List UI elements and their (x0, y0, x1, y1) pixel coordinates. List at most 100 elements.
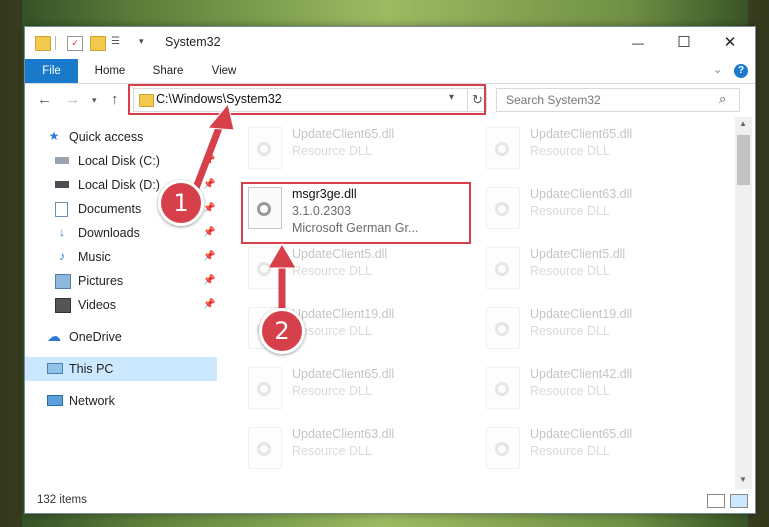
tab-share[interactable]: Share (143, 59, 193, 83)
file-description: Resource DLL (530, 144, 610, 158)
file-name: UpdateClient5.dll (292, 247, 388, 261)
pin-icon[interactable]: 📌 (203, 203, 215, 214)
list-item[interactable]: UpdateClient19.dll Resource DLL (220, 299, 440, 355)
back-arrow-icon[interactable]: ← (37, 91, 52, 108)
documents-icon (55, 202, 68, 217)
dll-file-icon (248, 427, 282, 469)
music-icon: ♪ (59, 249, 65, 263)
new-folder-icon[interactable] (90, 36, 106, 51)
pin-icon[interactable]: 📌 (203, 179, 215, 190)
dll-file-icon (486, 367, 520, 409)
chevron-down-icon[interactable]: ⌄ (713, 63, 722, 76)
window-title: System32 (165, 35, 221, 49)
file-description: Resource DLL (530, 444, 610, 458)
list-item[interactable]: UpdateClient5.dll Resource DLL (220, 239, 440, 295)
file-description: Resource DLL (292, 264, 372, 278)
file-description: Microsoft German Gr... (292, 221, 419, 235)
scroll-up-icon[interactable]: ▲ (739, 119, 747, 128)
view-menu-icon[interactable]: ☰ (111, 36, 125, 49)
pin-icon[interactable]: 📌 (203, 227, 215, 238)
network-icon (47, 395, 63, 406)
scrollbar-thumb[interactable] (737, 135, 750, 185)
drive-icon (55, 181, 69, 188)
file-name: UpdateClient63.dll (292, 427, 395, 441)
pictures-icon (55, 274, 71, 289)
list-item[interactable]: UpdateClient65.dll Resource DLL (220, 359, 440, 415)
sidebar-item-pictures[interactable]: Pictures 📌 (25, 269, 217, 293)
dll-file-icon (248, 367, 282, 409)
file-version: 3.1.0.2303 (292, 204, 352, 218)
file-name: UpdateClient65.dll (292, 127, 395, 141)
search-input[interactable]: Search System32 (506, 93, 601, 107)
tab-home[interactable]: Home (85, 59, 135, 83)
file-name: UpdateClient5.dll (530, 247, 626, 261)
list-item[interactable]: UpdateClient63.dll Resource DLL (220, 419, 440, 475)
file-list: UpdateClient65.dll Resource DLL msgr3ge.… (220, 117, 735, 489)
sidebar-item-music[interactable]: ♪ Music 📌 (25, 245, 217, 269)
address-path[interactable]: C:\Windows\System32 (156, 92, 282, 106)
list-item[interactable]: UpdateClient65.dll Resource DLL (458, 119, 678, 175)
videos-icon (55, 298, 71, 313)
recent-locations-icon[interactable]: ▾ (92, 95, 97, 106)
cloud-icon: ☁ (47, 328, 61, 344)
dll-file-icon (248, 187, 282, 229)
file-description: Resource DLL (530, 204, 610, 218)
list-item[interactable]: UpdateClient42.dll Resource DLL (458, 359, 678, 415)
pin-icon[interactable]: 📌 (203, 155, 215, 166)
sidebar-item-label: Quick access (69, 130, 144, 144)
tab-view[interactable]: View (199, 59, 249, 83)
refresh-icon[interactable]: ↻ (467, 89, 487, 111)
file-name: UpdateClient65.dll (530, 427, 633, 441)
file-description: Resource DLL (530, 384, 610, 398)
up-arrow-icon[interactable]: ↑ (111, 91, 119, 108)
file-name: UpdateClient65.dll (292, 367, 395, 381)
file-description: Resource DLL (292, 144, 372, 158)
tab-file[interactable]: File (25, 59, 78, 83)
file-name: UpdateClient65.dll (530, 127, 633, 141)
maximize-button[interactable]: ☐ (661, 27, 707, 59)
details-view-icon[interactable] (707, 494, 725, 508)
list-item[interactable]: UpdateClient19.dll Resource DLL (458, 299, 678, 355)
close-button[interactable]: ✕ (707, 27, 753, 59)
list-item[interactable]: UpdateClient5.dll Resource DLL (458, 239, 678, 295)
properties-icon[interactable]: ✓ (67, 36, 83, 51)
sidebar-item-label: Downloads (78, 226, 140, 240)
chevron-down-icon[interactable]: ▾ (449, 92, 454, 103)
sidebar-item-videos[interactable]: Videos 📌 (25, 293, 217, 317)
list-item[interactable]: UpdateClient65.dll Resource DLL (220, 119, 440, 175)
customize-toolbar-icon[interactable]: ▾ (139, 36, 153, 49)
pin-icon[interactable]: 📌 (203, 251, 215, 262)
file-description: Resource DLL (530, 264, 610, 278)
list-item[interactable]: UpdateClient63.dll Resource DLL (458, 179, 678, 235)
sidebar-item-this-pc[interactable]: This PC (25, 357, 217, 381)
sidebar-item-label: Local Disk (C:) (78, 154, 160, 168)
search-box[interactable]: Search System32 ⌕ (496, 88, 740, 112)
sidebar-item-network[interactable]: Network (25, 389, 217, 413)
drive-icon (55, 157, 69, 164)
sidebar-item-quick-access[interactable]: ★ Quick access (25, 125, 217, 149)
search-icon[interactable]: ⌕ (719, 91, 726, 107)
help-icon[interactable]: ? (734, 64, 748, 78)
pin-icon[interactable]: 📌 (203, 299, 215, 310)
dll-file-icon (486, 247, 520, 289)
minimize-button[interactable]: — (615, 27, 661, 59)
forward-arrow-icon[interactable]: → (65, 91, 80, 108)
file-name: UpdateClient42.dll (530, 367, 633, 381)
file-name: UpdateClient19.dll (530, 307, 633, 321)
separator (55, 36, 56, 50)
large-icons-view-icon[interactable] (730, 494, 748, 508)
pc-icon (47, 363, 63, 374)
star-icon: ★ (48, 129, 60, 143)
list-item-msgr3ge[interactable]: msgr3ge.dll 3.1.0.2303 Microsoft German … (220, 179, 440, 235)
address-bar[interactable]: C:\Windows\System32 ▾ ↻ (133, 88, 487, 112)
scroll-down-icon[interactable]: ▼ (739, 475, 747, 484)
dll-file-icon (486, 307, 520, 349)
dll-file-icon (486, 127, 520, 169)
sidebar-item-label: This PC (69, 362, 114, 376)
vertical-scrollbar[interactable]: ▲ ▼ (735, 117, 752, 489)
sidebar-item-onedrive[interactable]: ☁ OneDrive (25, 325, 217, 349)
file-name: UpdateClient19.dll (292, 307, 395, 321)
list-item[interactable]: UpdateClient65.dll Resource DLL (458, 419, 678, 475)
pin-icon[interactable]: 📌 (203, 275, 215, 286)
sidebar-item-local-disk-c[interactable]: Local Disk (C:) 📌 (25, 149, 217, 173)
